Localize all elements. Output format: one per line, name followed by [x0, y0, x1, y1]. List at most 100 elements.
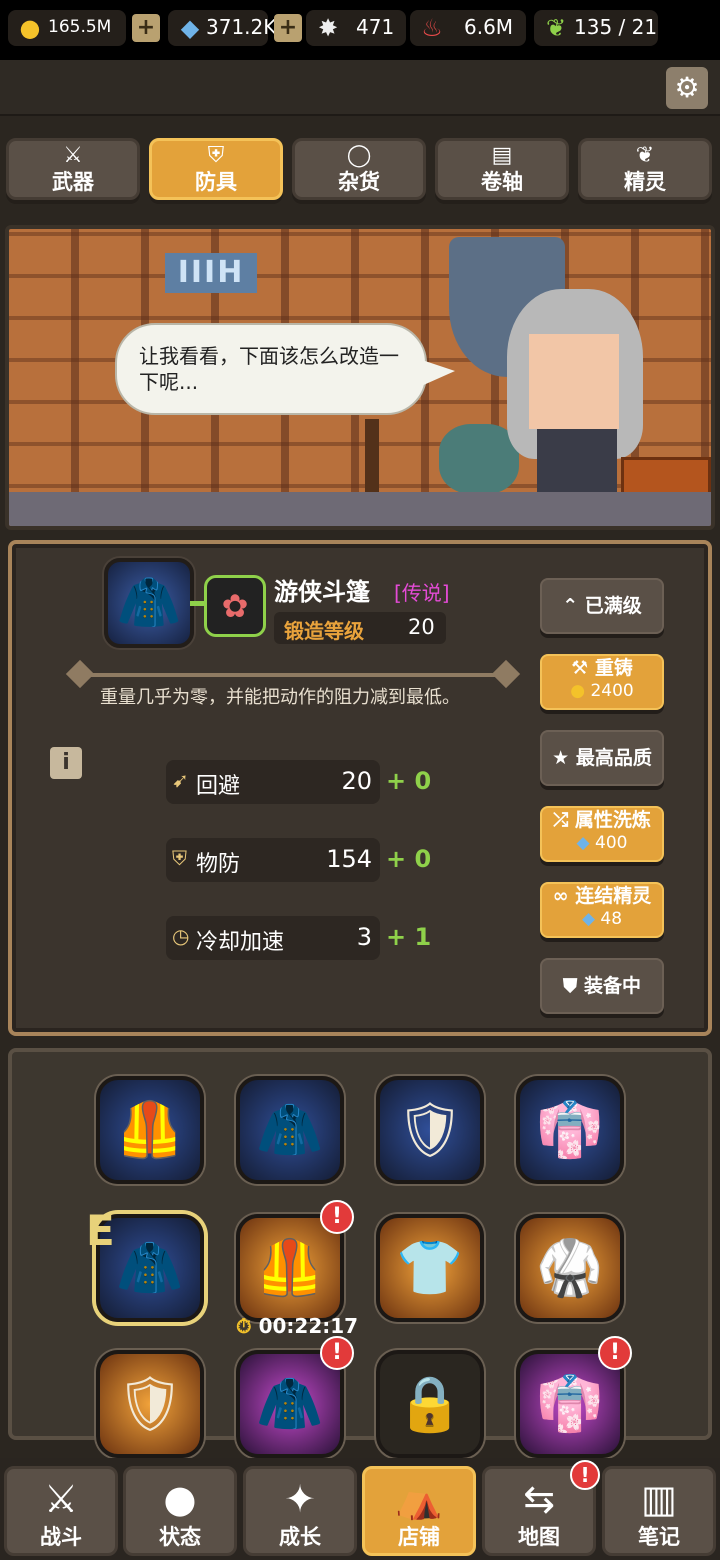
inventory-slot-green-tunic[interactable]: 👕	[376, 1214, 484, 1322]
forge-level-label: 锻造等级	[284, 619, 364, 643]
alert-badge-icon: !	[320, 1200, 354, 1234]
inventory-slot-steel-armor[interactable]: 🛡	[96, 1350, 204, 1458]
gold-resource: ● 165.5M	[8, 10, 126, 46]
stat-bonus: + 0	[386, 767, 432, 795]
maxed-button[interactable]: ⌃ 已满级	[540, 578, 664, 634]
shuffle-icon: ⤮	[553, 809, 569, 831]
link-spirit-button[interactable]: ∞ 连结精灵 ◆ 48	[540, 882, 664, 938]
gold-value: 165.5M	[48, 17, 112, 37]
stat-name: 冷却加速	[196, 930, 285, 955]
nav-status[interactable]: ● 状态	[123, 1466, 237, 1556]
leaf-icon: ❦	[545, 14, 567, 42]
gold-coin-icon: ●	[19, 14, 41, 42]
item-description: 重量几乎为零，并能把动作的阻力减到最低。	[100, 687, 460, 708]
stat-value: 154	[326, 845, 372, 873]
link-icon: ∞	[552, 885, 569, 907]
best-quality-label: 最高品质	[575, 747, 652, 769]
nav-label: 店铺	[398, 1525, 440, 1549]
settings-gear-icon[interactable]: ⚙	[666, 67, 708, 109]
fire-resource: ♨ 6.6M	[410, 10, 526, 46]
recast-button[interactable]: ⚒ 重铸 ● 2400	[540, 654, 664, 710]
crossed-swords-icon: ⚔	[43, 1477, 79, 1521]
nav-label: 笔记	[638, 1525, 680, 1549]
alert-badge-icon: !	[570, 1460, 600, 1490]
timer-value: 00:22:17	[258, 1314, 359, 1338]
shop-window: IIIH	[165, 253, 257, 293]
tab-label: 武器	[52, 170, 94, 194]
sparkle-icon: ✦	[284, 1477, 316, 1521]
stat-value: 3	[356, 923, 372, 951]
inventory-slot-purple-armor[interactable]: 🥋	[516, 1214, 624, 1322]
nav-label: 状态	[159, 1525, 201, 1549]
shield-icon: ⛨	[172, 846, 187, 870]
blacksmith-scene: IIIH 让我看看，下面该怎么改造一下呢...	[5, 225, 715, 530]
stat-bonus: + 0	[386, 845, 432, 873]
tab-label: 杂货	[338, 170, 380, 194]
stat-evasion: ➹ 回避 20	[166, 760, 380, 804]
gem-value: 371.2K	[206, 15, 277, 39]
npc-face	[529, 334, 619, 429]
person-icon: ●	[163, 1477, 197, 1521]
reroll-cost: 400	[595, 833, 628, 853]
spirit-link-connector	[190, 601, 204, 606]
star-resource: ✸ 471	[306, 10, 406, 46]
link-spirit-label: 连结精灵	[575, 885, 652, 907]
tab-armor[interactable]: ⛨ 防具	[149, 138, 283, 200]
star-icon: ✸	[317, 14, 339, 42]
reroll-label: 属性洗炼	[574, 809, 651, 831]
inventory-slot-hooded-cloak[interactable]: 🧥	[236, 1076, 344, 1184]
stat-name: 物防	[196, 852, 241, 877]
lock-icon: 🔒	[396, 1372, 464, 1435]
stat-value: 20	[341, 767, 372, 795]
scroll-icon: ▤	[491, 143, 513, 168]
link-cost: 48	[600, 909, 623, 929]
nav-label: 地图	[518, 1525, 560, 1549]
ring-icon: ◯	[346, 143, 372, 168]
stat-cooldown: ◷ 冷却加速 3	[166, 916, 380, 960]
tab-scrolls[interactable]: ▤ 卷轴	[435, 138, 569, 200]
nav-shop[interactable]: ⛺ 店铺	[362, 1466, 476, 1556]
gem-icon: ◆	[180, 14, 200, 42]
star-icon: ★	[552, 747, 570, 769]
boot-icon: ➹	[172, 768, 189, 792]
tab-goods[interactable]: ◯ 杂货	[292, 138, 426, 200]
tab-spirits[interactable]: ❦ 精灵	[578, 138, 712, 200]
add-gold-button[interactable]: +	[132, 14, 160, 42]
alert-badge-icon: !	[598, 1336, 632, 1370]
nav-battle[interactable]: ⚔ 战斗	[4, 1466, 118, 1556]
tab-label: 精灵	[624, 170, 666, 194]
star-value: 471	[356, 15, 395, 39]
tab-weapons[interactable]: ⚔ 武器	[6, 138, 140, 200]
gem-icon: ◆	[576, 833, 590, 853]
info-button[interactable]: i	[50, 747, 82, 779]
nav-notes[interactable]: ▥ 笔记	[602, 1466, 716, 1556]
craft-timer: ⏱ 00:22:17	[236, 1314, 358, 1338]
clock-icon: ◷	[172, 924, 190, 948]
leaf-value: 135 / 21	[574, 15, 658, 39]
stat-bonus: + 1	[386, 923, 432, 951]
stat-name: 回避	[196, 774, 241, 799]
best-quality-button[interactable]: ★ 最高品质	[540, 730, 664, 786]
stopwatch-icon: ⏱	[236, 1314, 252, 1338]
inventory-slot-white-robe[interactable]: 👘	[516, 1076, 624, 1184]
ranger-cloak-icon[interactable]: 🧥	[104, 558, 194, 648]
nav-growth[interactable]: ✦ 成长	[243, 1466, 357, 1556]
linked-spirit-icon[interactable]: ✿	[204, 575, 266, 637]
book-icon: ▥	[641, 1477, 677, 1521]
equipped-button[interactable]: ⛊ 装备中	[540, 958, 664, 1014]
inventory-slot-leather-vest[interactable]: 🦺	[96, 1076, 204, 1184]
stat-phys-defense: ⛨ 物防 154	[166, 838, 380, 882]
equipped-label: 装备中	[583, 975, 641, 997]
reroll-button[interactable]: ⤮ 属性洗炼 ◆ 400	[540, 806, 664, 862]
inventory-slot-gold-armor[interactable]: 🛡	[376, 1076, 484, 1184]
inventory-slot-locked[interactable]: 🔒	[376, 1350, 484, 1458]
plant-decoration	[439, 424, 519, 494]
alert-badge-icon: !	[320, 1336, 354, 1370]
recast-label: 重铸	[594, 657, 633, 679]
add-gem-button[interactable]: +	[274, 14, 302, 42]
equipped-marker: E	[86, 1206, 115, 1255]
resource-bar	[0, 60, 720, 116]
nav-label: 战斗	[40, 1525, 82, 1549]
tab-label: 卷轴	[481, 170, 523, 194]
npc-body	[537, 429, 617, 499]
